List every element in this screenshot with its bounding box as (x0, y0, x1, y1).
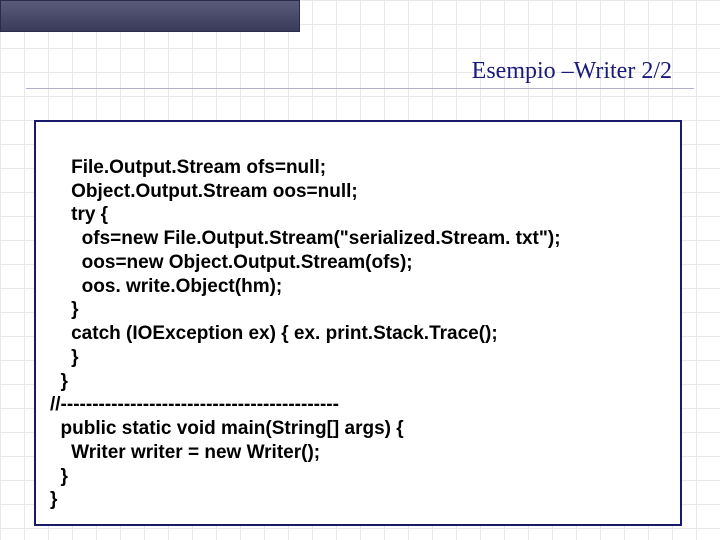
code-line: oos. write.Object(hm); (50, 276, 282, 297)
code-line: } (50, 466, 68, 487)
title-underline (26, 88, 694, 89)
code-line: catch (IOException ex) { ex. print.Stack… (50, 323, 503, 344)
code-line: Writer writer = new Writer(); (50, 442, 320, 463)
slide-title: Esempio –Writer 2/2 (472, 58, 672, 85)
code-line: //--------------------------------------… (50, 394, 339, 415)
code-line: ofs=new File.Output.Stream("serialized.S… (50, 228, 561, 249)
code-line: try { (50, 204, 108, 225)
code-line: } (50, 299, 79, 320)
code-line: Object.Output.Stream oos=null; (50, 181, 358, 202)
code-line: oos=new Object.Output.Stream(ofs); (50, 252, 413, 273)
code-line: } (50, 347, 79, 368)
code-line: } (50, 489, 57, 510)
code-line: } (50, 371, 68, 392)
top-accent-strip (0, 0, 300, 32)
code-line: public static void main(String[] args) { (50, 418, 404, 439)
code-block: File.Output.Stream ofs=null; Object.Outp… (34, 120, 682, 526)
code-line: File.Output.Stream ofs=null; (50, 157, 326, 178)
